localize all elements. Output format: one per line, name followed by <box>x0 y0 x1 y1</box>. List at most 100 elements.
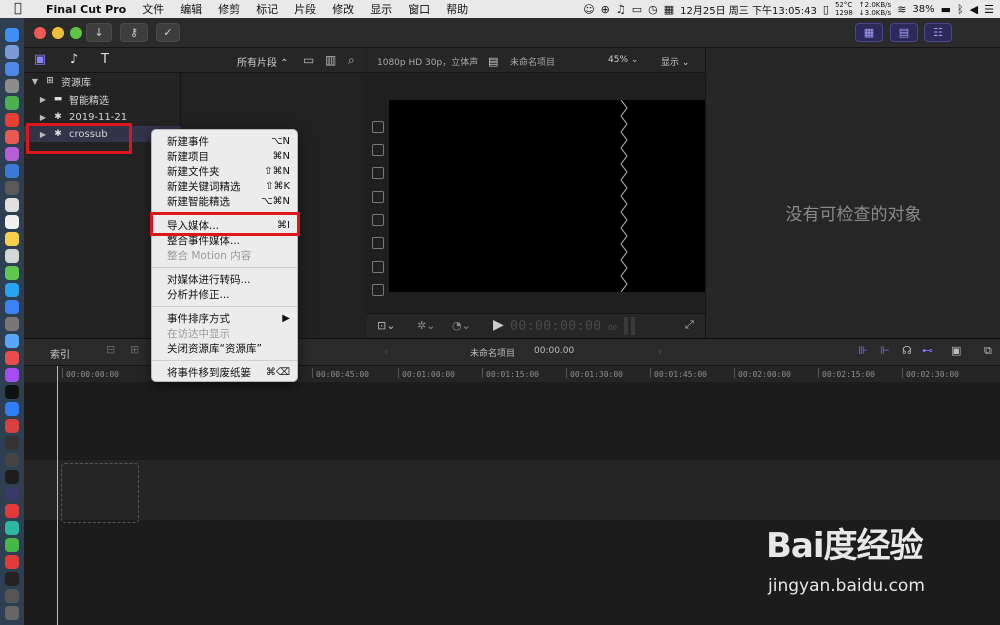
messages-icon[interactable] <box>5 283 19 297</box>
menu-item-close-library[interactable]: 关闭资源库“资源库” <box>152 341 297 356</box>
menu-trim[interactable]: 修剪 <box>210 1 248 17</box>
appstore-icon[interactable] <box>5 402 19 416</box>
menu-item-move-to-trash[interactable]: 将事件移到废纸篓 ⌘⌫ <box>152 365 297 380</box>
chrome-icon[interactable] <box>5 113 19 127</box>
activity-icon[interactable] <box>5 453 19 467</box>
camera-icon[interactable] <box>5 317 19 331</box>
transform-dropdown-icon[interactable]: ⊡⌄ <box>377 319 395 332</box>
background-tasks-button[interactable]: ✓ <box>156 23 180 42</box>
menu-mark[interactable]: 标记 <box>248 1 286 17</box>
safari-icon[interactable] <box>5 62 19 76</box>
mail-icon[interactable] <box>5 300 19 314</box>
menu-item-new-smart-collection[interactable]: 新建智能精选 ⌥⌘N <box>152 194 297 209</box>
titles-generators-icon[interactable]: T <box>97 52 113 68</box>
effects-browser-icon[interactable]: ⧉ <box>984 344 992 358</box>
connect-clip-icon[interactable]: ⊟ <box>106 343 115 356</box>
app-purple-icon[interactable] <box>5 147 19 161</box>
libraries-icon[interactable]: ▣ <box>32 52 48 68</box>
menu-item-transcode[interactable]: 对媒体进行转码... <box>152 272 297 287</box>
apple-icon[interactable]:  <box>14 2 28 16</box>
music-icon[interactable]: ♫ <box>616 3 626 16</box>
enhance-dropdown-icon[interactable]: ✲⌄ <box>417 319 435 332</box>
battery-icon[interactable]: ▬ <box>941 3 951 16</box>
clip-filter-dropdown[interactable]: 所有片段 ⌃ <box>237 54 289 69</box>
menu-item-new-event[interactable]: 新建事件 ⌥N <box>152 134 297 149</box>
disclosure-closed-icon[interactable]: ▶ <box>38 95 48 104</box>
app-gray-icon[interactable] <box>5 181 19 195</box>
console-icon[interactable] <box>5 470 19 484</box>
close-window-button[interactable] <box>34 27 46 39</box>
fullscreen-icon[interactable]: ⤢ <box>685 318 694 332</box>
keynote-icon[interactable] <box>5 334 19 348</box>
input-icon[interactable]: ▯ <box>823 3 829 16</box>
show-inspector-button[interactable]: ☷ <box>924 23 952 42</box>
launchpad-icon[interactable] <box>5 45 19 59</box>
filmstrip-icon[interactable]: ▭ <box>303 53 314 67</box>
menu-item-new-folder[interactable]: 新建文件夹 ⇧⌘N <box>152 164 297 179</box>
menu-edit[interactable]: 编辑 <box>172 1 210 17</box>
menu-item-analyze-fix[interactable]: 分析并修正... <box>152 287 297 302</box>
viewer-display-dropdown[interactable]: 显示 ⌄ <box>661 55 689 68</box>
menu-window[interactable]: 窗口 <box>400 1 438 17</box>
music-app-icon[interactable] <box>5 351 19 365</box>
snapping-icon[interactable]: ⊷ <box>922 344 933 357</box>
globe-icon[interactable]: ⊕ <box>601 3 610 16</box>
battery-percent[interactable]: 38% <box>912 4 934 15</box>
tv-icon[interactable] <box>5 385 19 399</box>
fcp-icon[interactable] <box>5 572 19 586</box>
app-blue-icon[interactable] <box>5 164 19 178</box>
menu-app-name[interactable]: Final Cut Pro <box>38 3 134 16</box>
bluetooth-icon[interactable]: ᛒ <box>957 3 964 16</box>
clock-icon[interactable]: ◷ <box>648 3 658 16</box>
menu-view[interactable]: 显示 <box>362 1 400 17</box>
app-teal-icon[interactable] <box>5 521 19 535</box>
retime-dropdown-icon[interactable]: ◔⌄ <box>452 319 471 332</box>
app-red-icon[interactable] <box>5 130 19 144</box>
wechat-icon[interactable] <box>5 538 19 552</box>
yandex-icon[interactable] <box>5 504 19 518</box>
menu-item-new-keyword-collection[interactable]: 新建关键词精选 ⇧⌘K <box>152 179 297 194</box>
viewer[interactable] <box>367 73 705 313</box>
menu-item-sort-events[interactable]: 事件排序方式 ▶ <box>152 311 297 326</box>
photos-audio-icon[interactable]: ♪ <box>66 52 82 68</box>
calendar-icon[interactable]: ▦ <box>664 3 674 16</box>
insert-clip-icon[interactable]: ⊞ <box>130 343 139 356</box>
menu-modify[interactable]: 修改 <box>324 1 362 17</box>
wifi-icon[interactable]: ≋ <box>897 3 906 16</box>
zoom-window-button[interactable] <box>70 27 82 39</box>
viewer-zoom-dropdown[interactable]: 45% ⌄ <box>608 55 638 65</box>
sensor-readout[interactable]: 52°C 1298 <box>835 1 853 17</box>
podcasts-icon[interactable] <box>5 368 19 382</box>
finder-icon[interactable] <box>5 28 19 42</box>
clip-appearance-icon[interactable]: ▣ <box>951 344 961 357</box>
show-browser-button[interactable]: ▦ <box>855 23 883 42</box>
app-vivaldi-icon[interactable] <box>5 419 19 433</box>
menu-clip[interactable]: 片段 <box>286 1 324 17</box>
search-icon[interactable]: ⌕ <box>348 53 355 68</box>
play-button[interactable]: ▶ <box>493 317 504 333</box>
chat-icon[interactable]: ▭ <box>632 3 642 16</box>
timeline-index-button[interactable]: 索引 <box>50 346 70 361</box>
import-button[interactable]: ↓ <box>86 23 112 42</box>
settings-icon[interactable] <box>5 79 19 93</box>
video-frame[interactable] <box>389 99 705 293</box>
audio-skimming-icon[interactable]: ⊩ <box>880 344 890 357</box>
photos-icon[interactable] <box>5 266 19 280</box>
disclosure-closed-icon[interactable]: ▶ <box>38 113 48 122</box>
calendar-app-icon[interactable] <box>5 215 19 229</box>
network-readout[interactable]: ↑2.0KB/s ↓3.0KB/s <box>859 1 891 17</box>
primary-storyline[interactable] <box>24 460 1000 520</box>
android-icon[interactable] <box>5 96 19 110</box>
control-center-icon[interactable]: ☰ <box>984 3 994 16</box>
ghost-icon[interactable]: ☺ <box>583 3 594 16</box>
library-item-smart-collections[interactable]: ▶ ▬ 智能精选 <box>24 91 181 107</box>
preview-icon[interactable] <box>5 249 19 263</box>
list-view-icon[interactable]: ▥ <box>325 53 336 67</box>
back-arrow-icon[interactable]: ‹ <box>384 345 388 358</box>
playhead[interactable] <box>57 366 58 625</box>
menu-file[interactable]: 文件 <box>134 1 172 17</box>
show-timeline-button[interactable]: ▤ <box>890 23 918 42</box>
trash-icon[interactable] <box>5 606 19 620</box>
netease-icon[interactable] <box>5 555 19 569</box>
volume-icon[interactable]: ◀ <box>970 3 978 16</box>
